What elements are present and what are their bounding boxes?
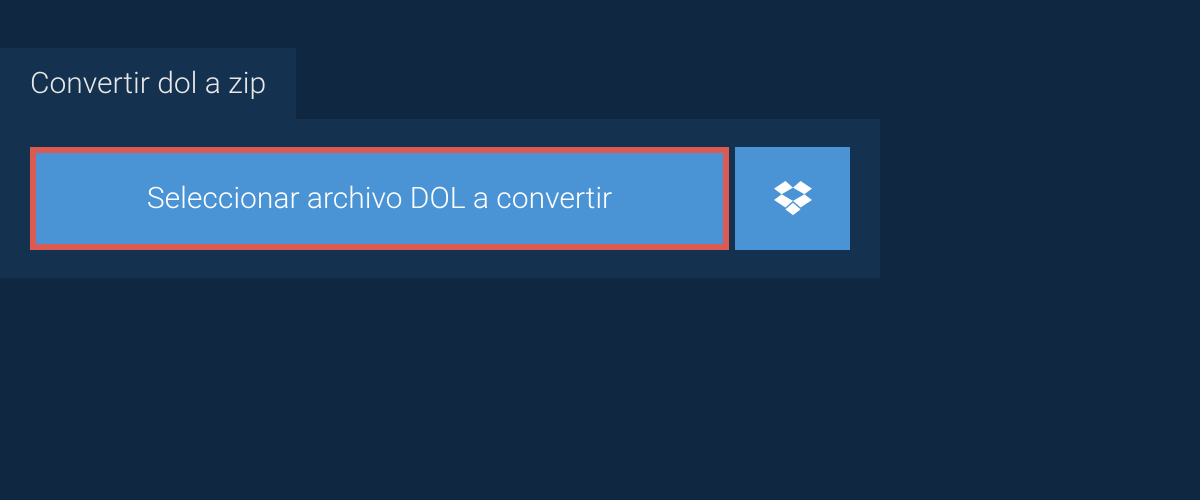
upload-panel: Seleccionar archivo DOL a convertir (0, 119, 880, 278)
dropbox-button[interactable] (735, 147, 850, 250)
dropbox-icon (774, 181, 812, 217)
select-file-label: Seleccionar archivo DOL a convertir (147, 181, 612, 216)
tab-label: Convertir dol a zip (30, 66, 266, 101)
tab-convert[interactable]: Convertir dol a zip (0, 48, 296, 119)
select-file-button[interactable]: Seleccionar archivo DOL a convertir (30, 147, 729, 250)
